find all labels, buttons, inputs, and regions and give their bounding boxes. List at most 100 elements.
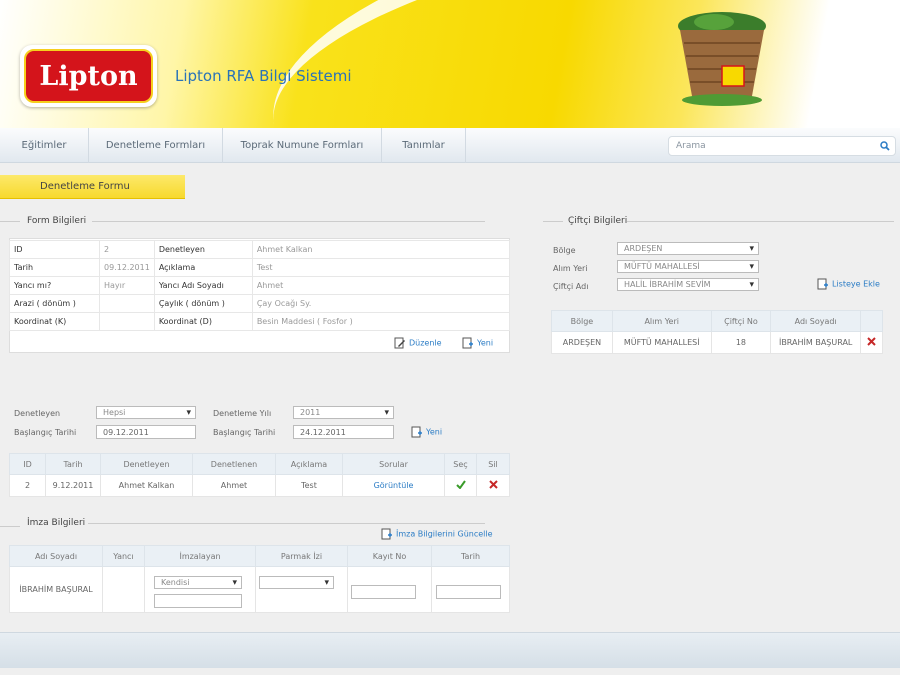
table-cell: Ahmet Kalkan	[251, 240, 511, 259]
alim-select[interactable]: MÜFTÜ MAHALLESİ	[617, 260, 759, 273]
bolge-select[interactable]: ARDEŞEN	[617, 242, 759, 255]
table-header-cell: Adı Soyadı	[770, 310, 862, 332]
table-row: 2 9.12.2011 Ahmet Kalkan Ahmet Test Görüntül…	[9, 474, 510, 497]
fieldset-line	[627, 221, 894, 222]
table-row: Arazi ( dönüm ) Çaylık ( dönüm ) Çay Ocağı…	[9, 294, 511, 313]
delete-icon	[867, 337, 876, 346]
yil-filter-label: Denetleme Yılı	[213, 409, 272, 418]
start-date-input[interactable]: 09.12.2011	[96, 425, 196, 439]
edit-icon	[381, 528, 392, 540]
edit-icon	[394, 337, 405, 349]
table-cell: Denetleyen	[153, 240, 253, 259]
table-row: Yancı mı? Hayır Yancı Adı Soyadı Ahmet	[9, 276, 511, 295]
table-header-row: ID Tarih Denetleyen Denetlenen Açıklama Sorul…	[9, 453, 510, 475]
table-row: Tarih 09.12.2011 Açıklama Test	[9, 258, 511, 277]
table-cell: 09.12.2011	[99, 258, 155, 277]
tea-basket-icon	[678, 12, 766, 106]
start-date-input-2[interactable]: 24.12.2011	[293, 425, 394, 439]
bolge-label: Bölge	[553, 246, 576, 255]
table-header-cell: Yancı	[102, 545, 145, 567]
table-header-cell: Çiftçi No	[710, 310, 772, 332]
table-row: İBRAHİM BAŞURAL	[9, 566, 510, 613]
fieldset-line	[543, 221, 563, 222]
signer-input[interactable]	[154, 594, 242, 608]
app-title: Lipton RFA Bilgi Sistemi	[175, 67, 352, 85]
table-cell: Çay Ocağı Sy.	[251, 294, 511, 313]
table-header-cell: Açıklama	[275, 453, 343, 475]
delete-icon	[488, 480, 498, 489]
table-cell: MÜFTÜ MAHALLESİ	[611, 331, 712, 354]
add-doc-icon	[817, 278, 828, 290]
table-cell: 2	[9, 474, 46, 497]
nav-item-egitimler[interactable]: Eğitimler	[0, 128, 89, 163]
table-cell: ARDEŞEN	[551, 331, 613, 354]
search-icon[interactable]	[880, 141, 890, 151]
start-date-label: Başlangıç Tarihi	[14, 428, 77, 437]
table-cell: Test	[251, 258, 511, 277]
table-header-row: Bölge Alım Yeri Çiftçi No Adı Soyadı	[551, 310, 883, 332]
table-row: Koordinat (K) Koordinat (D) Besin Maddesi …	[9, 312, 511, 331]
page-tab[interactable]: Denetleme Formu	[0, 175, 185, 199]
table-cell: Test	[275, 474, 343, 497]
new-form-button[interactable]: Yeni	[462, 337, 493, 349]
table-row: ID 2 Denetleyen Ahmet Kalkan	[9, 240, 511, 259]
table-cell: Yancı mı?	[9, 276, 100, 295]
record-no-input[interactable]	[351, 585, 416, 599]
table-cell: Yancı Adı Soyadı	[153, 276, 253, 295]
search-input[interactable]: Arama	[668, 136, 896, 156]
fingerprint-select[interactable]	[259, 576, 334, 589]
delete-audit-button[interactable]	[476, 474, 510, 497]
edit-button[interactable]: Düzenle	[394, 337, 442, 349]
table-header-cell: Sil	[476, 453, 510, 475]
table-header-cell: İmzalayan	[144, 545, 256, 567]
fieldset-line	[88, 523, 485, 524]
table-cell: Ahmet	[192, 474, 276, 497]
table-cell: Ahmet	[251, 276, 511, 295]
table-header-cell: Seç	[444, 453, 477, 475]
nav-item-tanimlar[interactable]: Tanımlar	[382, 128, 466, 163]
alim-label: Alım Yeri	[553, 264, 588, 273]
audit-table: ID Tarih Denetleyen Denetlenen Açıklama Sorul…	[9, 453, 510, 497]
table-header-cell: ID	[9, 453, 46, 475]
table-header-cell: Tarih	[431, 545, 510, 567]
nav-item-denetleme-formlari[interactable]: Denetleme Formları	[89, 128, 223, 163]
banner-swoosh	[252, 0, 900, 128]
search-placeholder: Arama	[676, 141, 706, 151]
new-audit-button[interactable]: Yeni	[411, 426, 442, 438]
footer	[0, 632, 900, 668]
table-cell: Arazi ( dönüm )	[9, 294, 100, 313]
table-cell	[99, 294, 155, 313]
fieldset-line	[0, 526, 20, 527]
table-cell: Tarih	[9, 258, 100, 277]
signer-select[interactable]: Kendisi	[154, 576, 242, 589]
table-header-cell: Sorular	[342, 453, 445, 475]
farmer-table: Bölge Alım Yeri Çiftçi No Adı Soyadı ARDEŞE…	[551, 310, 883, 354]
ciftci-select[interactable]: HALİL İBRAHİM SEVİM	[617, 278, 759, 291]
fieldset-line	[0, 221, 20, 222]
table-header-cell: Kayıt No	[347, 545, 432, 567]
table-header-cell: Parmak İzi	[255, 545, 348, 567]
table-header-cell: Denetlenen	[192, 453, 276, 475]
farmer-legend: Çiftçi Bilgileri	[568, 216, 628, 226]
table-cell: Besin Maddesi ( Fosfor )	[251, 312, 511, 331]
nav-item-toprak-numune[interactable]: Toprak Numune Formları	[223, 128, 382, 163]
signature-legend: İmza Bilgileri	[27, 518, 86, 528]
yil-filter-select[interactable]: 2011	[293, 406, 394, 419]
denetleyen-filter-label: Denetleyen	[14, 409, 61, 418]
lipton-logo[interactable]: Lipton	[20, 45, 157, 107]
add-to-list-button[interactable]: Listeye Ekle	[817, 278, 880, 290]
view-questions-link[interactable]: Görüntüle	[374, 481, 414, 490]
update-signature-button[interactable]: İmza Bilgilerini Güncelle	[381, 528, 493, 540]
table-row: ARDEŞEN MÜFTÜ MAHALLESİ 18 İBRAHİM BAŞURAL	[551, 331, 883, 354]
signature-date-input[interactable]	[436, 585, 501, 599]
table-header-row: Adı Soyadı Yancı İmzalayan Parmak İzi Kayıt …	[9, 545, 510, 567]
denetleyen-filter-select[interactable]: Hepsi	[96, 406, 196, 419]
table-cell: Çaylık ( dönüm )	[153, 294, 253, 313]
logo-text: Lipton	[24, 49, 153, 103]
table-cell: İBRAHİM BAŞURAL	[770, 331, 862, 354]
table-header-cell: Tarih	[45, 453, 101, 475]
form-legend: Form Bilgileri	[27, 216, 87, 226]
table-cell: Koordinat (K)	[9, 312, 100, 331]
delete-farmer-button[interactable]	[860, 331, 883, 354]
select-button[interactable]	[444, 474, 477, 497]
